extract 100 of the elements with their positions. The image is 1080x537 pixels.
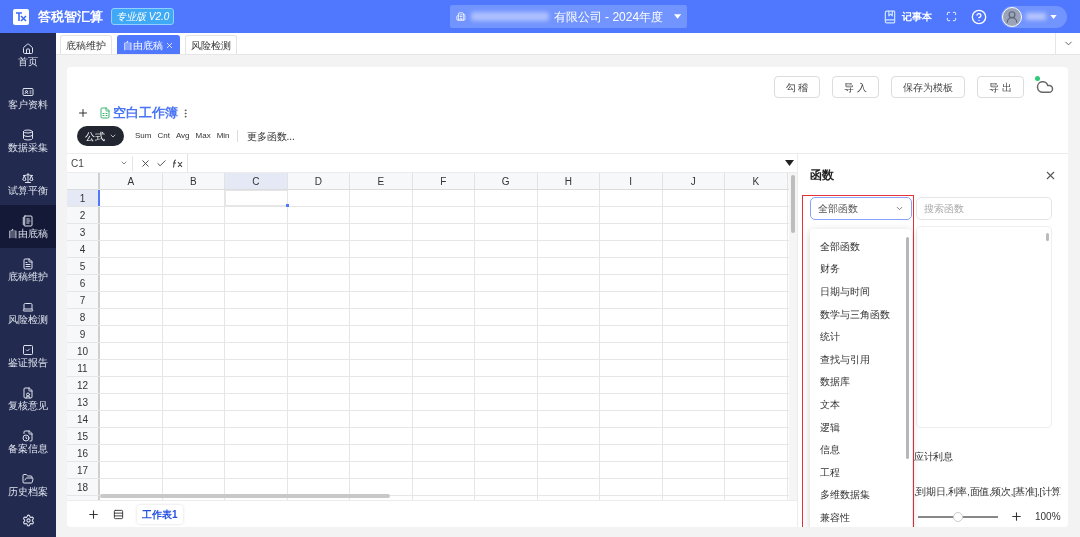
column-header[interactable]: G [475, 173, 538, 189]
dropdown-option[interactable]: 数据库 [820, 370, 850, 394]
quick-function[interactable]: Sum [135, 130, 152, 142]
dropdown-option[interactable]: 查找与引用 [820, 347, 870, 371]
quick-function[interactable]: Min [216, 130, 230, 142]
fullscreen-icon[interactable] [946, 11, 957, 22]
toolbar-button[interactable]: 勾 稽 [773, 76, 821, 98]
selected-cell[interactable] [225, 190, 288, 206]
cloud-sync-icon[interactable] [1036, 79, 1056, 95]
quick-function[interactable]: Cnt [157, 130, 170, 142]
cancel-icon[interactable] [140, 157, 151, 169]
more-functions-button[interactable]: 更多函数... [246, 128, 295, 144]
chevron-down-icon [120, 159, 128, 167]
toolbar-button[interactable]: 导 入 [832, 76, 880, 98]
row-header[interactable]: 6 [67, 275, 100, 291]
description-text: ,到期日,利率,面值,频次,[基准],[计算 [914, 485, 1062, 500]
row-header[interactable]: 9 [67, 326, 100, 342]
sidebar-item[interactable]: 鉴证报告 [0, 334, 56, 377]
horizontal-scrollbar[interactable] [100, 494, 390, 498]
sheet-list-icon[interactable] [113, 508, 124, 520]
sidebar-item[interactable]: 首页 [0, 33, 56, 76]
row-header[interactable]: 16 [67, 445, 100, 461]
column-header[interactable]: C [225, 173, 288, 189]
dropdown-option[interactable]: 兼容性 [820, 506, 850, 527]
dropdown-option[interactable]: 统计 [820, 325, 840, 348]
dropdown-option[interactable]: 全部函数 [820, 235, 860, 258]
panel-title: 函数 [810, 167, 834, 184]
help-icon[interactable] [971, 8, 987, 25]
chevron-down-icon [108, 132, 117, 140]
sidebar-icon [22, 386, 34, 399]
category-select[interactable]: 全部函数 [810, 197, 912, 220]
row-header[interactable]: 12 [67, 377, 100, 393]
dropdown-option[interactable]: 财务 [820, 257, 840, 281]
toolbar-button[interactable]: 导 出 [977, 76, 1024, 98]
slider-thumb[interactable] [953, 511, 963, 522]
row-header[interactable]: 18 [67, 479, 100, 495]
sidebar-icon [22, 171, 34, 184]
sidebar-item[interactable]: 客户资料 [0, 76, 56, 119]
column-header[interactable]: E [350, 173, 413, 189]
sidebar-item[interactable]: 历史档案 [0, 463, 56, 506]
dropdown-option[interactable]: 多维数据集 [820, 483, 870, 507]
row-header[interactable]: 5 [67, 258, 100, 274]
sidebar-item[interactable]: 复核意见 [0, 377, 56, 420]
row-header[interactable]: 7 [67, 292, 100, 308]
vertical-scrollbar[interactable] [791, 175, 795, 233]
row-header[interactable]: 8 [67, 309, 100, 325]
sidebar-item[interactable]: 试算平衡 [0, 162, 56, 205]
row-header[interactable]: 15 [67, 428, 100, 444]
row-header[interactable]: 2 [67, 207, 100, 223]
toolbar-button[interactable]: 保存为模板 [891, 76, 966, 98]
category-dropdown-menu[interactable]: 全部函数 财务 日期与时间 数学与三角函数 统计 查找与引用 数据库 文本 逻辑 信息 工程 多维数据集 兼容性 [810, 229, 912, 527]
sidebar-item[interactable]: 数据采集 [0, 119, 56, 162]
sidebar-item[interactable]: 底稿维护 [0, 248, 56, 291]
row-header[interactable]: 13 [67, 394, 100, 410]
sidebar-item[interactable]: 自由底稿 [0, 205, 56, 248]
column-header[interactable]: A [100, 173, 163, 189]
row-header[interactable]: 17 [67, 462, 100, 478]
add-icon[interactable] [77, 107, 89, 119]
formula-button[interactable]: 公式 [77, 126, 124, 146]
tab[interactable]: 风险检测 [185, 35, 237, 54]
row-header[interactable]: 10 [67, 343, 100, 359]
row-header[interactable]: 11 [67, 360, 100, 376]
dropdown-option[interactable]: 逻辑 [820, 415, 840, 439]
dropdown-option[interactable]: 工程 [820, 460, 840, 484]
settings-icon[interactable] [21, 514, 35, 527]
sidebar-icon [22, 257, 34, 270]
notebook-button[interactable]: 记事本 [883, 9, 932, 24]
column-header[interactable]: J [662, 173, 725, 189]
row-header[interactable]: 4 [67, 241, 100, 257]
chevron-down-icon [895, 204, 904, 213]
tab[interactable]: 底稿维护 [60, 35, 112, 54]
collapse-triangle-icon[interactable] [785, 160, 794, 166]
column-header[interactable]: D [287, 173, 350, 189]
dropdown-option[interactable]: 信息 [820, 438, 840, 461]
user-menu[interactable] [1001, 5, 1067, 28]
zoom-reading: 100% [1035, 510, 1061, 524]
cell-reference-field[interactable]: C1 [67, 155, 133, 171]
column-header[interactable]: H [537, 173, 600, 189]
sidebar-icon [22, 214, 34, 227]
row-header[interactable]: 1 [67, 190, 100, 206]
column-header[interactable]: F [412, 173, 475, 189]
sheet-tab[interactable]: 工作表1 [137, 504, 183, 524]
column-header[interactable]: K [725, 173, 788, 189]
confirm-icon[interactable] [156, 157, 167, 169]
zoom-in-icon[interactable] [1010, 510, 1023, 523]
tab[interactable]: 自由底稿 [117, 35, 180, 54]
search-field[interactable]: 搜索函数 [916, 197, 1052, 220]
quick-function[interactable]: Max [195, 130, 211, 142]
dropdown-option[interactable]: 数学与三角函数 [820, 302, 890, 326]
row-header[interactable]: 3 [67, 224, 100, 240]
add-sheet-icon[interactable] [87, 507, 100, 521]
row-header[interactable]: 14 [67, 411, 100, 427]
sidebar-item[interactable]: 风险检测 [0, 291, 56, 334]
dropdown-option[interactable]: 日期与时间 [820, 280, 870, 303]
function-icon[interactable] [172, 158, 183, 168]
caret-icon [674, 14, 682, 19]
dropdown-option[interactable]: 文本 [820, 393, 840, 416]
column-header[interactable]: I [600, 173, 663, 189]
quick-function[interactable]: Avg [175, 130, 190, 142]
sidebar-item[interactable]: 备案信息 [0, 420, 56, 463]
